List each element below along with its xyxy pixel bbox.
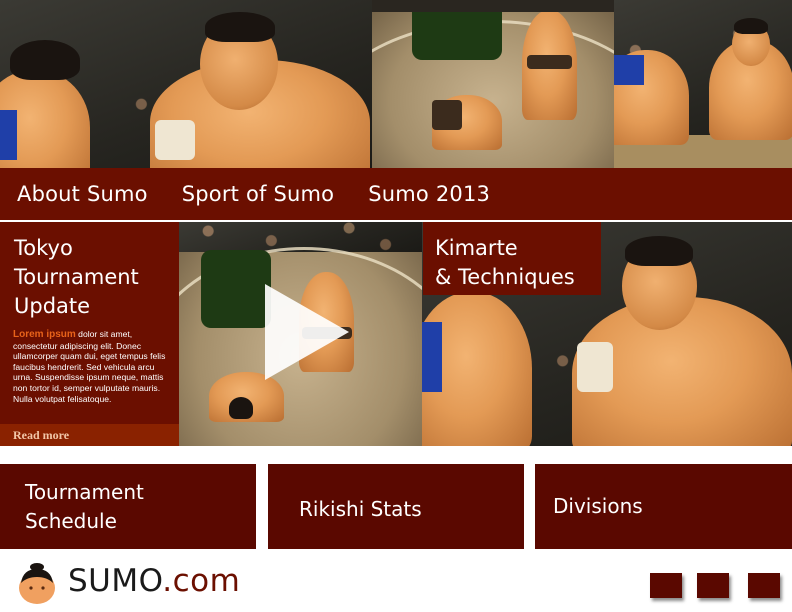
tile-label-line: Tournament <box>25 479 144 504</box>
logo-main-text: SUMO <box>68 563 163 599</box>
feature-title-line: Tournament <box>14 265 139 289</box>
hero-photo-crouch <box>614 0 792 168</box>
feature-body-text: dolor sit amet, consectetur adipiscing e… <box>13 329 166 404</box>
nav-sumo-2013[interactable]: Sumo 2013 <box>368 182 490 206</box>
feature-title-line: Update <box>14 294 91 318</box>
video-player[interactable] <box>179 222 422 446</box>
hero-photo-bout <box>372 0 614 168</box>
kimarte-title-line: Kimarte <box>435 236 518 260</box>
feature-body: Lorem ipsum dolor sit amet, consectetur … <box>0 321 179 404</box>
divisions-tile[interactable]: Divisions <box>535 464 792 549</box>
logo-suffix-text: .com <box>162 563 241 599</box>
hero-banner <box>0 0 792 168</box>
main-nav: About Sumo Sport of Sumo Sumo 2013 <box>0 168 792 220</box>
read-more-link[interactable]: Read more <box>0 424 179 446</box>
nav-about-sumo[interactable]: About Sumo <box>17 182 148 206</box>
nav-sport-of-sumo[interactable]: Sport of Sumo <box>182 182 335 206</box>
feature-title: Tokyo Tournament Update <box>0 222 179 321</box>
feature-lead: Lorem ipsum <box>13 329 76 340</box>
rikishi-stats-tile[interactable]: Rikishi Stats <box>268 464 524 549</box>
footer: SUMO.com <box>0 549 792 612</box>
sumo-mascot-icon <box>19 563 55 604</box>
site-logo[interactable]: SUMO.com <box>68 563 240 599</box>
tournament-schedule-tile[interactable]: Tournament Schedule <box>0 464 256 549</box>
footer-button-3[interactable] <box>748 573 780 598</box>
kimarte-title-line: & Techniques <box>435 265 575 289</box>
footer-button-1[interactable] <box>650 573 682 598</box>
tile-label-line: Schedule <box>25 508 117 533</box>
tile-label-line: Divisions <box>553 494 643 518</box>
tile-label-line: Rikishi Stats <box>299 497 422 521</box>
kimarte-title[interactable]: Kimarte & Techniques <box>423 222 601 295</box>
feature-title-line: Tokyo <box>14 236 73 260</box>
hero-photo-wrestler-closeup <box>0 0 372 168</box>
feature-panel: Tokyo Tournament Update Lorem ipsum dolo… <box>0 222 179 446</box>
footer-button-2[interactable] <box>697 573 729 598</box>
play-icon[interactable] <box>265 284 349 380</box>
